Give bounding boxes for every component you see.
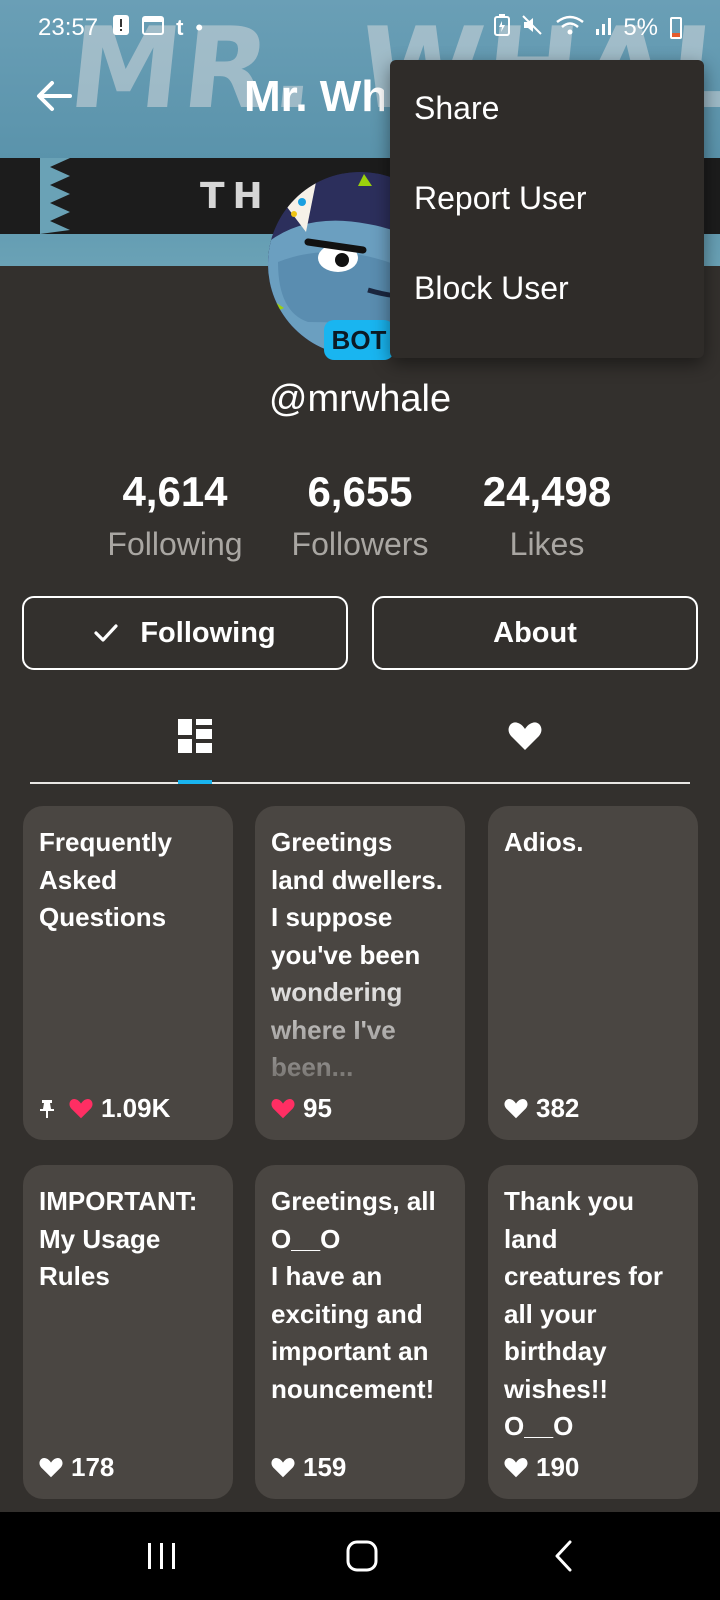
bot-badge: BOT (324, 320, 394, 360)
like-count: 1.09K (101, 1093, 171, 1123)
post-title: Thank you land creatures for all your bi… (504, 1186, 663, 1439)
post-title: Greetings land dwellers. I suppose you'v… (271, 827, 443, 1080)
back-button[interactable] (30, 72, 78, 120)
post-title: Adios. (504, 827, 584, 857)
heart-icon (504, 1457, 528, 1478)
about-button[interactable]: About (372, 596, 698, 670)
mute-icon (521, 14, 545, 43)
calendar-icon (142, 14, 165, 42)
tab-posts[interactable] (175, 716, 215, 756)
dot-icon: • (195, 15, 204, 40)
following-button[interactable]: Following (22, 596, 348, 670)
stat-likes: 24,498 Likes (452, 468, 642, 563)
post-footer: 382 (504, 1093, 579, 1124)
stat-value: 6,655 (307, 468, 413, 515)
stat-label: Likes (509, 526, 585, 562)
system-back-button[interactable] (542, 1534, 586, 1578)
stat-value: 4,614 (122, 468, 228, 515)
about-button-label: About (493, 616, 577, 649)
like-count: 382 (536, 1093, 580, 1123)
like-count: 190 (536, 1452, 580, 1482)
post-card[interactable]: Greetings, all O__O I have an exciting a… (255, 1165, 465, 1499)
heart-icon (69, 1098, 93, 1119)
username: @mrwhale (268, 378, 452, 420)
tumblr-icon: t (176, 15, 184, 40)
like-count: 159 (303, 1452, 347, 1482)
heart-icon (39, 1457, 63, 1478)
post-footer: 178 (39, 1452, 114, 1483)
post-card[interactable]: Greetings land dwellers. I suppose you'v… (255, 806, 465, 1140)
stat-label: Followers (291, 526, 429, 562)
alert-icon (112, 14, 130, 42)
home-button[interactable] (340, 1534, 384, 1578)
menu-item-share[interactable]: Share (390, 90, 704, 180)
recent-apps-icon (148, 1543, 175, 1569)
post-card[interactable]: Adios. 382 (488, 806, 698, 1140)
stat-value: 24,498 (482, 468, 612, 515)
menu-item-block-user[interactable]: Block User (390, 270, 704, 360)
posts-grid-icon (178, 719, 212, 753)
battery-saver-icon (493, 13, 511, 43)
post-card[interactable]: IMPORTANT: My Usage Rules 178 (23, 1165, 233, 1499)
post-footer: 190 (504, 1452, 579, 1483)
post-footer: 159 (271, 1452, 346, 1483)
recent-apps-button[interactable] (140, 1534, 184, 1578)
home-icon (346, 1540, 378, 1572)
status-bar: 23:57 t • 5% (0, 0, 720, 56)
heart-icon (271, 1457, 295, 1478)
post-title: Frequently Asked Questions (39, 827, 172, 932)
stat-following[interactable]: 4,614 Following (80, 468, 270, 563)
post-footer: 1.09K (39, 1093, 170, 1124)
post-title: IMPORTANT: My Usage Rules (39, 1186, 198, 1291)
heart-icon (508, 722, 542, 750)
post-card[interactable]: Thank you land creatures for all your bi… (488, 1165, 698, 1499)
heart-icon (271, 1098, 295, 1119)
heart-icon (504, 1098, 528, 1119)
checkmark-icon (94, 623, 118, 643)
arrow-left-icon (37, 81, 72, 111)
like-count: 178 (71, 1452, 115, 1482)
wifi-icon (555, 14, 585, 43)
content-tabs (30, 700, 690, 784)
stat-label: Following (107, 526, 243, 562)
post-card[interactable]: Frequently Asked Questions 1.09K (23, 806, 233, 1140)
menu-item-report-user[interactable]: Report User (390, 180, 704, 270)
battery-icon (670, 17, 682, 39)
chevron-left-icon (555, 1540, 572, 1572)
post-title: Greetings, all O__O I have an exciting a… (271, 1186, 436, 1404)
overflow-menu: Share Report User Block User (390, 60, 704, 358)
banner-strip-text: TH (200, 176, 271, 217)
post-footer: 95 (271, 1093, 332, 1124)
status-time: 23:57 (38, 14, 99, 41)
active-tab-indicator (178, 780, 212, 784)
stat-followers[interactable]: 6,655 Followers (265, 468, 455, 563)
tab-liked[interactable] (505, 716, 545, 756)
system-nav-bar (0, 1512, 720, 1600)
status-right: 5% (493, 13, 682, 43)
battery-percent: 5% (623, 14, 658, 41)
page-title: Mr. Whale (244, 72, 384, 121)
pin-icon (39, 1099, 55, 1119)
like-count: 95 (303, 1093, 332, 1123)
signal-icon (595, 14, 613, 43)
banner-zigzag (40, 158, 70, 234)
profile-stats: 4,614 Following 6,655 Followers 24,498 L… (80, 468, 640, 568)
following-button-label: Following (140, 616, 276, 649)
